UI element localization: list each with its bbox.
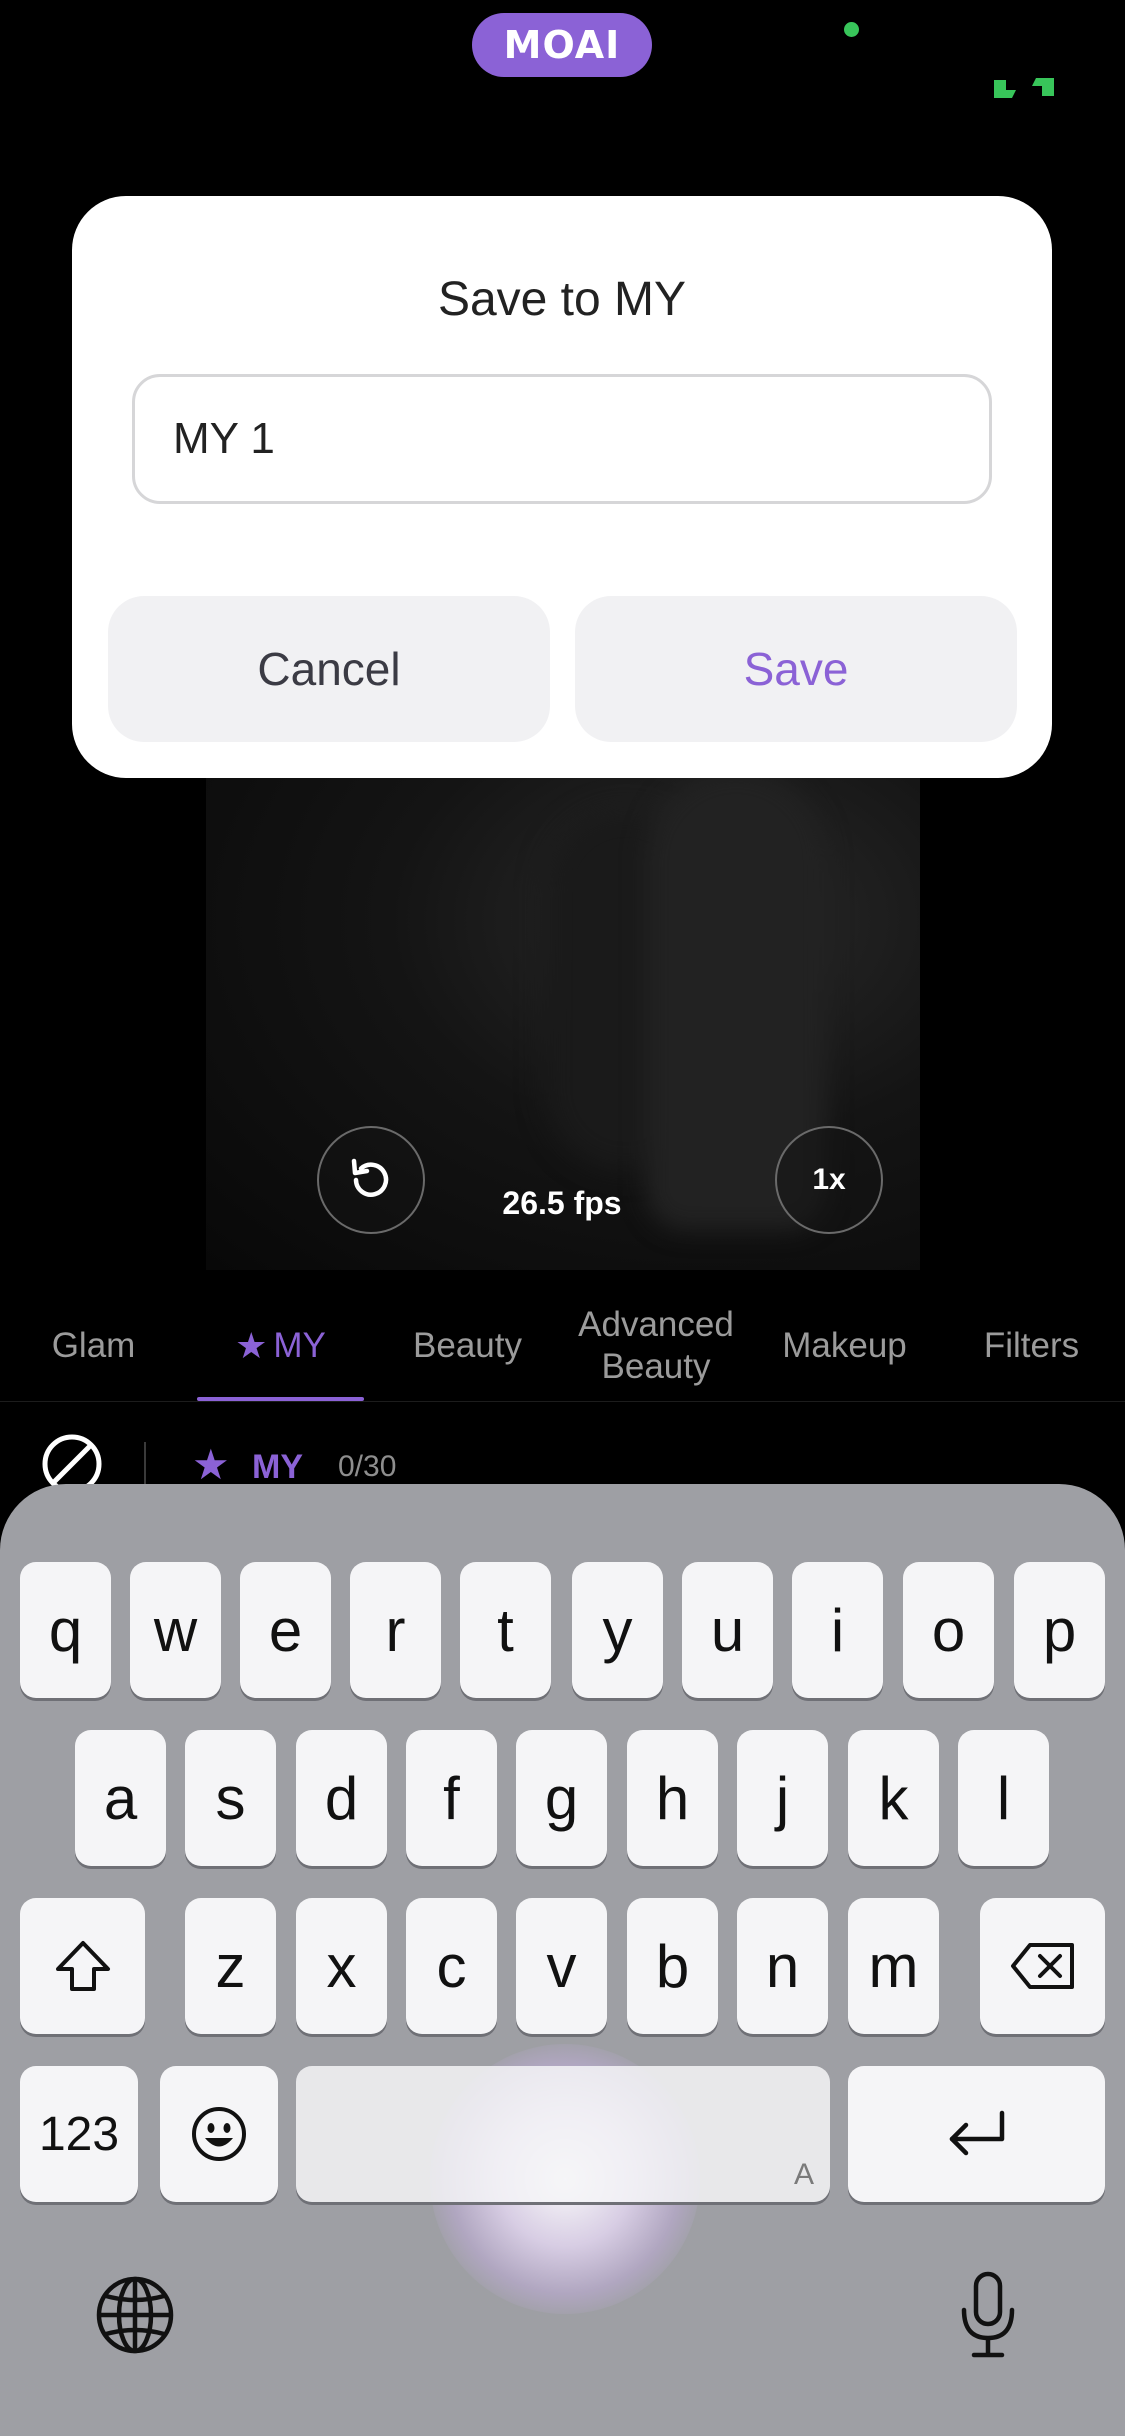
rotate-ccw-icon [351,1158,389,1197]
category-tabs: Glam ★ MY Beauty Advanced Beauty Makeup F… [0,1290,1125,1402]
tab-makeup[interactable]: Makeup [751,1290,938,1401]
key-k[interactable]: k [848,1730,939,1866]
space-hint: A [793,2158,814,2191]
cancel-button[interactable]: Cancel [108,596,550,742]
shift-key[interactable] [20,1898,145,2034]
tab-label: Advanced Beauty [578,1304,734,1386]
tab-my[interactable]: ★ MY [187,1290,374,1401]
key-x[interactable]: x [296,1898,387,2034]
key-q[interactable]: q [20,1562,111,1698]
key-f[interactable]: f [406,1730,497,1866]
divider [144,1442,146,1488]
save-dialog: Save to MY Cancel Save [72,196,1052,778]
return-key[interactable] [848,2066,1105,2202]
key-o[interactable]: o [903,1562,994,1698]
key-g[interactable]: g [516,1730,607,1866]
tab-label: MY [273,1325,326,1365]
key-u[interactable]: u [682,1562,773,1698]
status-dot [844,22,859,37]
emoji-icon [192,2107,246,2161]
key-i[interactable]: i [792,1562,883,1698]
key-d[interactable]: d [296,1730,387,1866]
numbers-key[interactable]: 123 [20,2066,138,2202]
key-w[interactable]: w [130,1562,221,1698]
key-p[interactable]: p [1014,1562,1105,1698]
key-a[interactable]: a [75,1730,166,1866]
key-r[interactable]: r [350,1562,441,1698]
key-t[interactable]: t [460,1562,551,1698]
reset-button[interactable] [317,1126,425,1234]
zoom-button[interactable]: 1x [775,1126,883,1234]
shift-icon [55,1941,110,1991]
backspace-key[interactable] [980,1898,1105,2034]
tab-filters[interactable]: Filters [938,1290,1125,1401]
tab-advanced-beauty[interactable]: Advanced Beauty [561,1290,751,1401]
key-b[interactable]: b [627,1898,718,2034]
tab-label: Glam [51,1325,136,1365]
preset-count: 0/30 [338,1450,397,1483]
preset-name-input[interactable] [132,374,992,504]
key-s[interactable]: s [185,1730,276,1866]
microphone-icon[interactable] [958,2270,1018,2360]
tab-label: Filters [983,1325,1080,1365]
globe-icon[interactable] [94,2274,176,2356]
preset-label: MY [252,1448,303,1486]
space-key[interactable]: A [296,2066,830,2202]
save-button[interactable]: Save [575,596,1017,742]
keyboard: q w e r t y u i o p a s d f g h j k l z … [0,1484,1125,2436]
key-c[interactable]: c [406,1898,497,2034]
return-icon [949,2110,1004,2156]
tab-label: Makeup [782,1325,907,1365]
emoji-key[interactable] [160,2066,278,2202]
key-m[interactable]: m [848,1898,939,2034]
key-v[interactable]: v [516,1898,607,2034]
key-z[interactable]: z [185,1898,276,2034]
key-e[interactable]: e [240,1562,331,1698]
key-l[interactable]: l [958,1730,1049,1866]
key-h[interactable]: h [627,1730,718,1866]
tab-glam[interactable]: Glam [0,1290,187,1401]
backspace-icon [1010,1943,1074,1989]
app-logo: MOAI [472,13,652,77]
key-y[interactable]: y [572,1562,663,1698]
camera-switch-icon[interactable] [990,70,1058,106]
star-icon: ★ [192,1441,230,1488]
tab-beauty[interactable]: Beauty [374,1290,561,1401]
key-j[interactable]: j [737,1730,828,1866]
tab-label: Beauty [413,1325,522,1365]
dialog-title: Save to MY [437,273,687,326]
star-icon: ★ [235,1324,268,1366]
key-n[interactable]: n [737,1898,828,2034]
fps-counter: 26.5 fps [502,1185,622,1221]
